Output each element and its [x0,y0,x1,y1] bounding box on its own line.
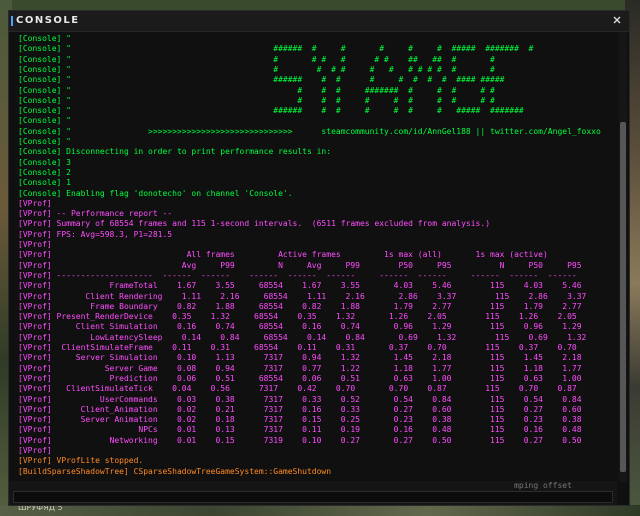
console-line: [VProf] [18,446,52,455]
console-line: [VProf] -- Performance report -- [18,209,173,219]
console-line: [Console] " [18,137,71,146]
console-line: [BuildSparseShadowTree] CSparseShadowTre… [18,466,332,476]
scrollbar-thumb[interactable] [620,122,626,472]
console-line: [VProf] [18,198,52,208]
console-line: [VProf] Avg P99 N Avg P99 P50 P95 N P50 … [18,260,582,270]
console-line: [VProf] VProfLite stopped. [18,456,144,466]
console-line: [Console] " ###### # # # # # # # #### ##… [18,75,534,85]
console-line: [VProf] Server Simulation 0.10 1.13 7317… [18,353,582,363]
console-line: [VProf] Summary of 68554 frames and 115 … [18,219,491,229]
partial-output-line: mping offset [18,481,572,490]
console-line: [Console] Enabling flag 'donotecho' on c… [18,188,293,198]
console-line: [Console] " ###### # # # # # # ##### ###… [18,106,534,116]
console-line: [Console] 3 [18,157,71,167]
console-line: [Console] " ###### # # # # # ##### #####… [18,44,534,54]
console-titlebar[interactable]: CONSOLE [9,11,629,32]
console-line: [Console] " # # # # # # # # # # [18,95,534,105]
console-input[interactable] [13,491,613,503]
console-line: [VProf] Client Simulation 0.16 0.74 6855… [18,322,582,332]
console-line: [Console] " # # # # # # ## ## # # [18,54,534,64]
console-line: [Console] 2 [18,167,71,177]
console-line: [VProf] ClientSimulateFrame 0.11 0.31 68… [18,343,577,352]
console-line: [VProf] Server Game 0.08 0.94 7317 0.77 … [18,363,582,373]
console-line: [Console] " [18,34,71,43]
title-accent [11,16,13,26]
scrollbar-track[interactable] [619,32,627,482]
console-line: [Console] Disconnecting in order to prin… [18,147,332,157]
background-bottom [0,505,640,516]
console-line: [VProf] Prediction 0.06 0.51 68554 0.06 … [18,373,582,383]
close-button[interactable] [611,14,623,26]
console-line: [Console] " # # # # # # # # # # # # [18,64,534,74]
console-line: [Console] " [18,116,71,126]
console-line: [VProf] ClientSimulateTick 0.04 0.56 731… [18,384,577,394]
input-area: mping offset [9,481,617,505]
close-icon[interactable] [611,14,623,26]
console-line: [VProf] LowLatencySleep 0.14 0.84 68554 … [18,332,587,342]
console-line: [VProf] Client Rendering 1.11 2.16 68554… [18,291,587,301]
console-line: [VProf] [18,240,52,249]
console-line: [VProf] Present_RenderDevice 0.35 1.32 6… [18,312,577,322]
console-line: [VProf] FPS: Avg=598.3, P1=281.5 [18,229,173,239]
console-line: [VProf] All frames Active frames 1s max … [18,250,548,260]
console-line: [Console] 1 [18,178,71,188]
console-line: [Console] " # # # ####### # # # # # [18,85,534,95]
console-output: [Console] " [Console] " ###### # # # # # … [9,32,617,480]
console-line: [VProf] Networking 0.01 0.15 7319 0.10 0… [18,435,582,445]
console-line: [VProf] -------------------- ------ ----… [18,270,577,280]
console-title: CONSOLE [16,15,80,26]
console-line: [VProf] FrameTotal 1.67 3.55 68554 1.67 … [18,281,582,291]
console-line: [VProf] Frame Boundary 0.82 1.88 68554 0… [18,301,582,311]
console-line: [Console] " >>>>>>>>>>>>>>>>>>>>>>>>>>>>… [18,126,617,136]
console-line: [VProf] UserCommands 0.03 0.38 7317 0.33… [18,394,582,404]
console-line: [VProf] NPCs 0.01 0.13 7317 0.11 0.19 0.… [18,425,582,435]
console-line: [VProf] Client_Animation 0.02 0.21 7317 … [18,404,582,414]
console-line: [VProf] Server Animation 0.02 0.18 7317 … [18,415,582,425]
console-window: CONSOLE [Console] " [Console] " ###### # … [8,10,630,506]
